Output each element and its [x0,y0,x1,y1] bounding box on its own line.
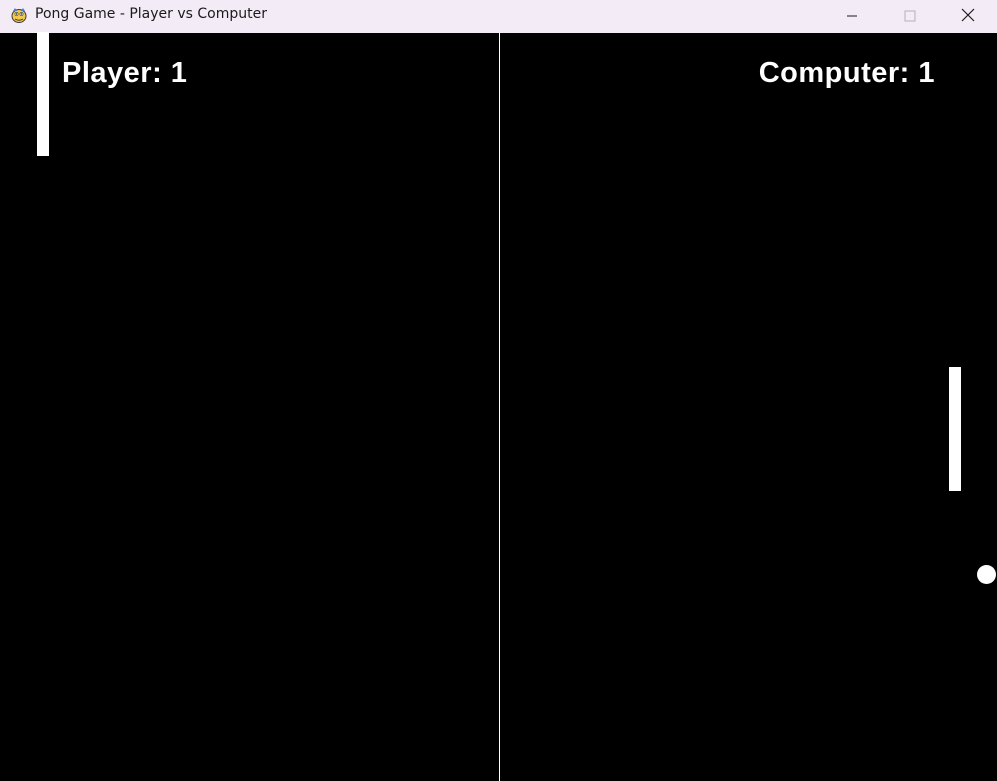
player-score: Player: 1 [62,57,188,89]
center-net [499,33,500,781]
title-bar[interactable]: Pong Game - Player vs Computer [0,0,997,33]
computer-paddle [949,367,961,491]
maximize-icon [904,7,916,26]
close-icon [961,7,975,26]
window-title: Pong Game - Player vs Computer [35,6,267,22]
pygame-icon [9,5,29,25]
minimize-icon [846,7,858,26]
game-window: Pong Game - Player vs Computer Player: 1… [0,0,997,781]
computer-score: Computer: 1 [758,57,935,89]
close-button[interactable] [939,0,997,32]
minimize-button[interactable] [823,0,881,32]
ball [977,565,996,584]
maximize-button[interactable] [881,0,939,32]
game-canvas[interactable]: Player: 1 Computer: 1 [0,32,997,781]
player-paddle [37,32,49,156]
